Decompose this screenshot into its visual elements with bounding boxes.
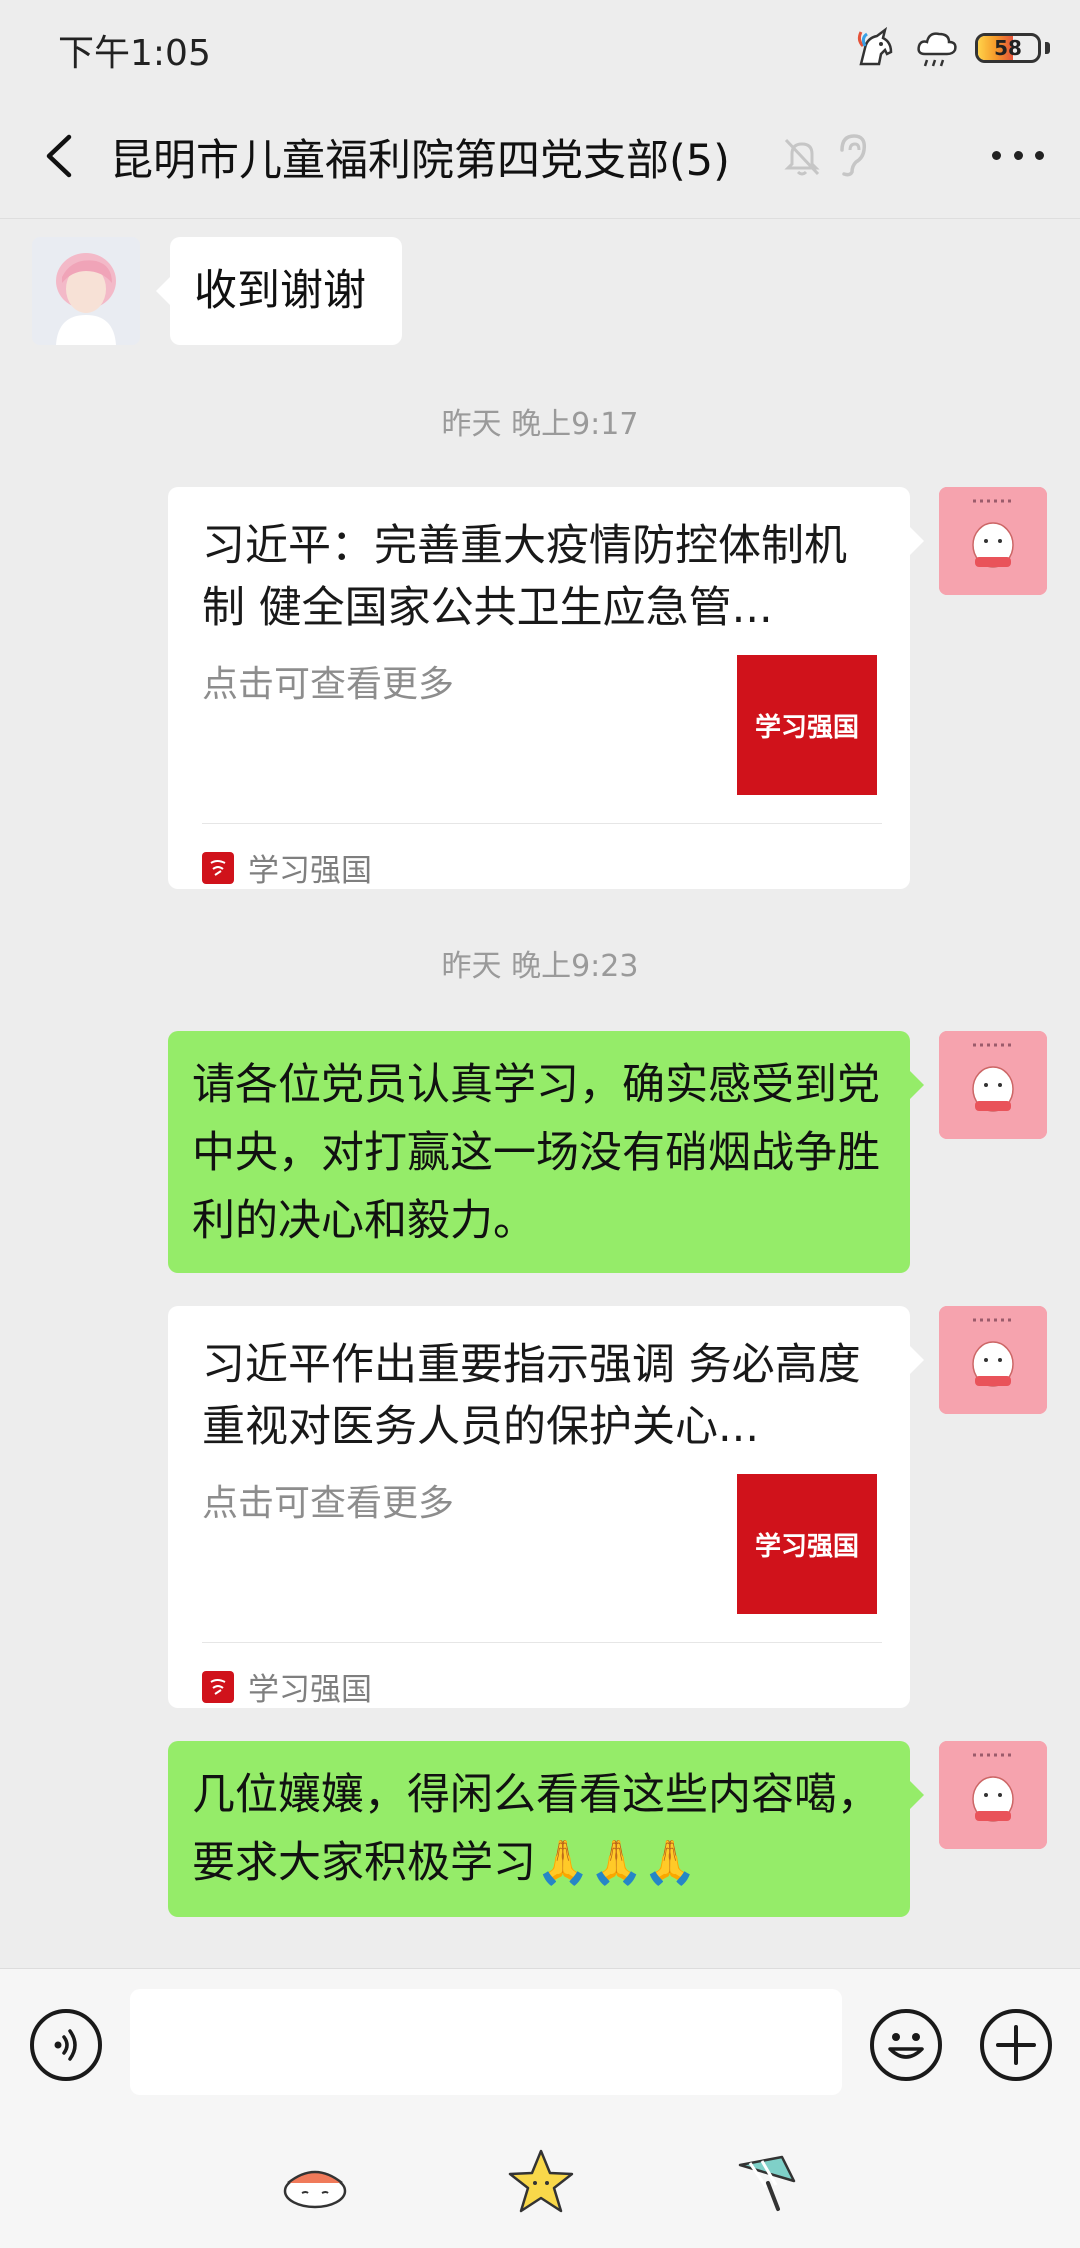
cartoon-avatar-icon xyxy=(939,487,1047,595)
rain-cloud-icon xyxy=(917,32,957,67)
back-button[interactable] xyxy=(26,124,90,188)
battery-icon: 58 xyxy=(975,33,1041,63)
source-name: 学习强国 xyxy=(248,853,372,889)
more-dot xyxy=(1013,150,1023,160)
sender-avatar[interactable] xyxy=(32,237,140,345)
card-title: 习近平作出重要指示强调 务必高度重视对医务人员的保护关心... xyxy=(202,1340,861,1452)
self-avatar[interactable] xyxy=(939,1741,1047,1849)
self-avatar[interactable] xyxy=(939,487,1047,595)
sticker-bar xyxy=(0,2117,1080,2248)
xuexi-logo-thumbnail: 学习强国 xyxy=(737,655,877,795)
timestamp: 昨天 晚上9:17 xyxy=(441,407,639,442)
message-text: 收到谢谢 xyxy=(194,266,366,316)
input-bar xyxy=(0,1968,1080,2117)
self-avatar[interactable] xyxy=(939,1031,1047,1139)
xuexi-icon xyxy=(202,1670,234,1703)
chat-messages[interactable]: 收到谢谢 昨天 晚上9:17 习近平：完善重大疫情防控体制机制 健全国家公共卫生… xyxy=(0,219,1080,1969)
link-card[interactable]: 习近平作出重要指示强调 务必高度重视对医务人员的保护关心... 点击可查看更多 … xyxy=(168,1306,924,1709)
battery-percent: 58 xyxy=(994,36,1022,60)
more-functions-button[interactable] xyxy=(980,2009,1052,2081)
card-description: 点击可查看更多 xyxy=(202,664,455,705)
more-dot xyxy=(992,150,1001,160)
self-avatar[interactable] xyxy=(939,1306,1047,1414)
message-text: 请各位党员认真学习，确实感受到党中央，对打赢这一场没有硝烟战争胜利的决心和毅力。 xyxy=(192,1060,880,1246)
back-arrow-icon xyxy=(46,134,72,178)
emoji-icon xyxy=(888,2033,924,2059)
card-divider xyxy=(202,823,882,824)
cartoon-avatar-icon xyxy=(939,1031,1047,1139)
battery-tip xyxy=(1045,42,1050,54)
card-source: 学习强国 xyxy=(202,845,372,890)
xuexi-logo-thumbnail: 学习强国 xyxy=(737,1474,877,1614)
card-divider xyxy=(202,1642,882,1643)
message-bubble[interactable]: 收到谢谢 xyxy=(156,237,402,345)
unicorn-icon xyxy=(857,26,893,66)
card-description: 点击可查看更多 xyxy=(202,1483,455,1524)
thumb-text: 学习强国 xyxy=(754,1531,859,1562)
thumb-text: 学习强国 xyxy=(754,712,859,743)
message-bubble[interactable]: 请各位党员认真学习，确实感受到党中央，对打赢这一场没有硝烟战争胜利的决心和毅力。 xyxy=(168,1031,924,1273)
timestamp: 昨天 晚上9:23 xyxy=(441,949,639,984)
chat-title: 昆明市儿童福利院第四党支部(5) xyxy=(110,136,730,186)
card-title: 习近平：完善重大疫情防控体制机制 健全国家公共卫生应急管... xyxy=(202,521,847,633)
message-input[interactable] xyxy=(130,1989,842,2095)
chat-header: 昆明市儿童福利院第四党支部(5) xyxy=(0,96,1080,219)
woman-avatar-icon xyxy=(32,237,140,345)
plus-icon xyxy=(996,2025,1036,2065)
star-sticker-icon[interactable] xyxy=(506,2147,576,2217)
more-button[interactable] xyxy=(986,130,1050,180)
source-name: 学习强国 xyxy=(248,1672,372,1708)
card-source: 学习强国 xyxy=(202,1664,372,1709)
xuexi-icon xyxy=(202,851,234,884)
message-text: 几位孃孃，得闲么看看这些内容噶，要求大家积极学习🙏🙏🙏 xyxy=(192,1770,880,1888)
status-icons: 58 xyxy=(851,22,1050,74)
voice-icon xyxy=(54,2029,77,2061)
emoji-button[interactable] xyxy=(870,2009,942,2081)
ice-cream-sticker-icon[interactable] xyxy=(732,2147,802,2217)
ear-icon xyxy=(840,134,867,177)
message-bubble[interactable]: 几位孃孃，得闲么看看这些内容噶，要求大家积极学习🙏🙏🙏 xyxy=(168,1741,924,1917)
more-dot xyxy=(1035,150,1044,160)
sushi-sticker-icon[interactable] xyxy=(280,2147,350,2217)
cartoon-avatar-icon xyxy=(939,1306,1047,1414)
status-bar: 下午1:05 58 xyxy=(0,0,1080,96)
mute-bell-icon xyxy=(784,138,820,176)
status-time: 下午1:05 xyxy=(58,33,211,74)
voice-button[interactable] xyxy=(30,2009,102,2081)
cartoon-avatar-icon xyxy=(939,1741,1047,1849)
link-card[interactable]: 习近平：完善重大疫情防控体制机制 健全国家公共卫生应急管... 点击可查看更多 … xyxy=(168,487,924,890)
